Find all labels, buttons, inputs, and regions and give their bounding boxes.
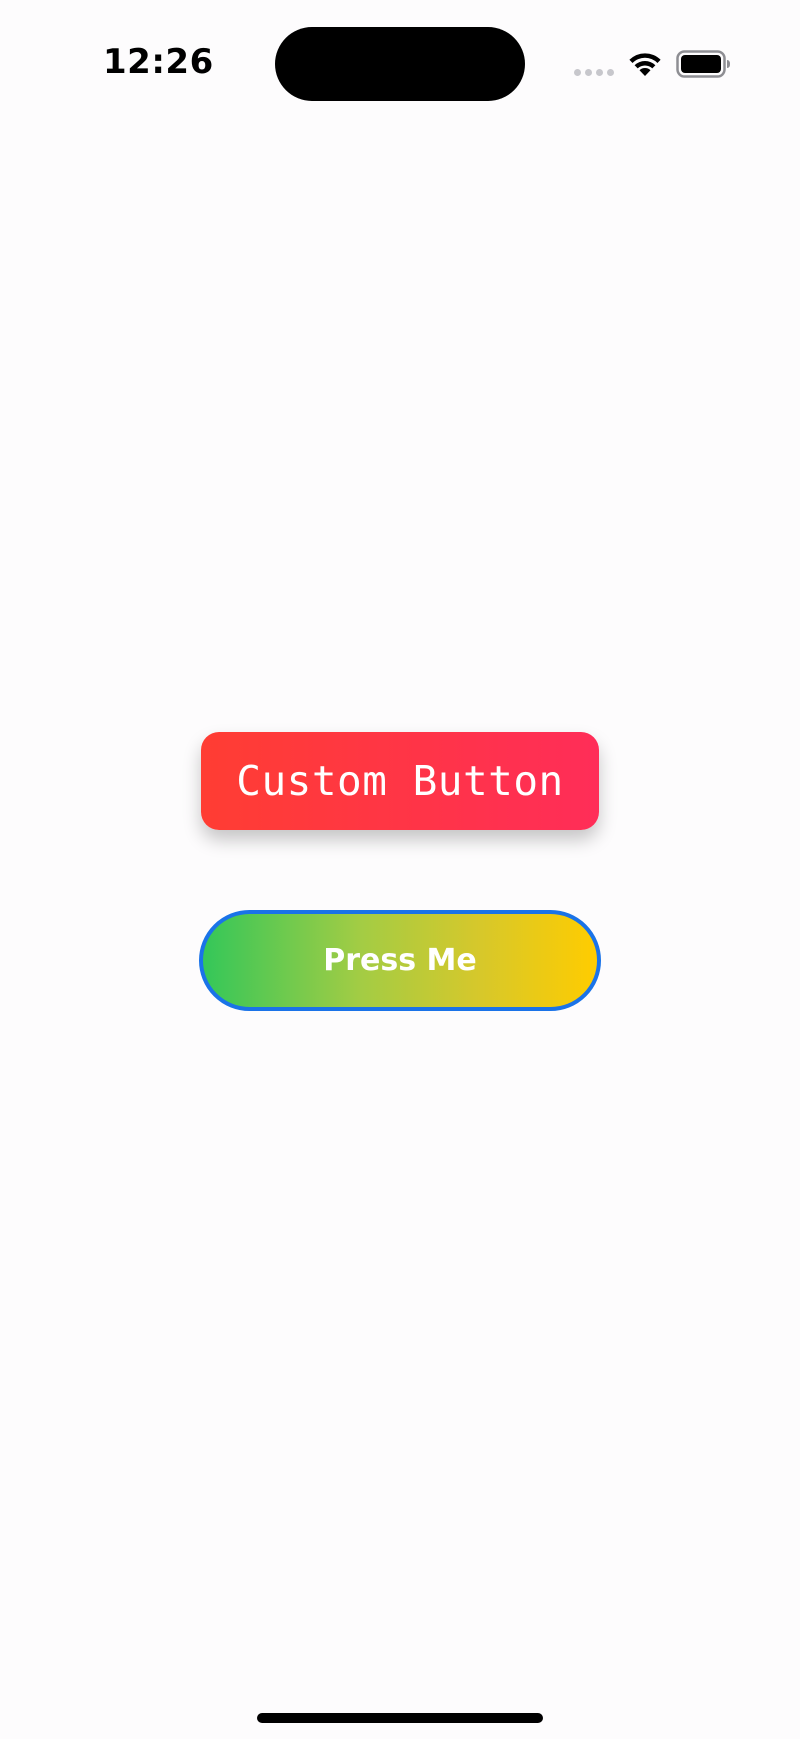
signal-dots-icon bbox=[574, 69, 614, 76]
custom-button-label: Custom Button bbox=[236, 757, 564, 805]
status-bar: 12:26 bbox=[0, 0, 800, 130]
status-time: 12:26 bbox=[103, 42, 214, 82]
battery-icon bbox=[676, 50, 730, 78]
wifi-icon bbox=[629, 53, 661, 76]
dynamic-island bbox=[275, 27, 525, 101]
custom-button[interactable]: Custom Button bbox=[201, 732, 599, 830]
press-me-button[interactable]: Press Me bbox=[199, 910, 601, 1011]
press-me-button-label: Press Me bbox=[323, 943, 477, 978]
home-indicator[interactable] bbox=[257, 1713, 543, 1723]
